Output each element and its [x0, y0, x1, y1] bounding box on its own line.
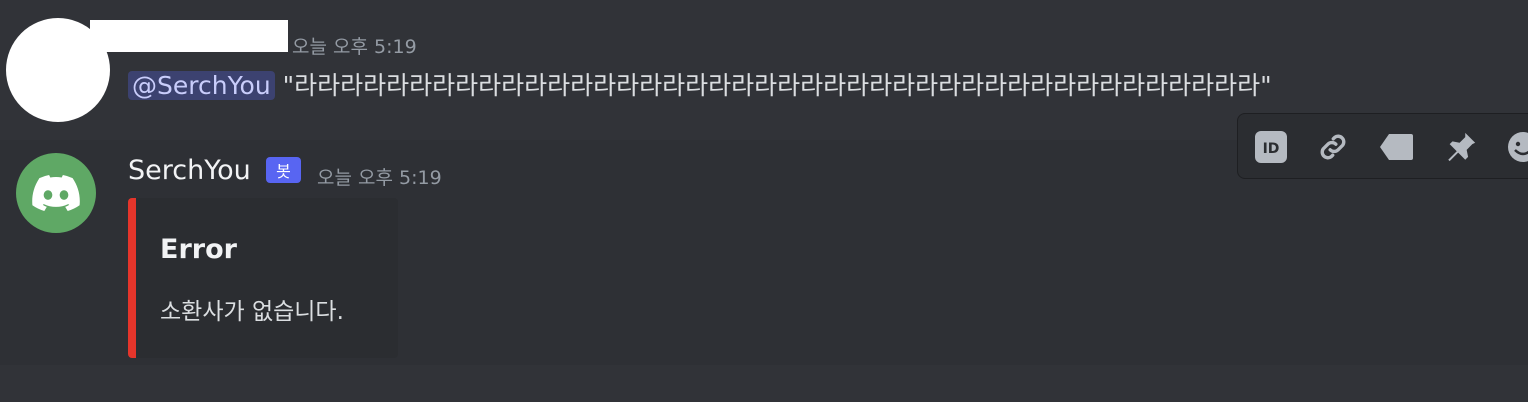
message-text: "라라라라라라라라라라라라라라라라라라라라라라라라라라라라라라라라라라라라라라라…	[282, 71, 1272, 100]
message-actions-toolbar: ID	[1237, 113, 1528, 179]
add-reaction-button[interactable]	[1504, 128, 1528, 166]
copy-id-button[interactable]: ID	[1252, 128, 1290, 166]
svg-text:ID: ID	[1263, 141, 1280, 157]
link-icon	[1320, 134, 1346, 160]
timestamp: 오늘 오후 5:19	[317, 167, 442, 189]
embed-title: Error	[160, 234, 237, 265]
username[interactable]: SerchYou	[128, 155, 251, 186]
timestamp: 오늘 오후 5:19	[292, 36, 417, 58]
embed-description: 소환사가 없습니다.	[160, 299, 344, 325]
embed: Error 소환사가 없습니다.	[128, 198, 398, 358]
copy-link-button[interactable]	[1314, 128, 1352, 166]
emoji-icon	[1508, 132, 1528, 162]
pin-button[interactable]	[1442, 128, 1480, 166]
id-icon: ID	[1255, 131, 1287, 163]
user-mention[interactable]: @SerchYou	[128, 71, 275, 100]
avatar[interactable]	[16, 153, 96, 233]
mark-unread-button[interactable]	[1378, 128, 1416, 166]
username-redacted[interactable]	[90, 20, 288, 52]
discord-logo-icon	[32, 175, 80, 211]
tag-icon	[1380, 134, 1413, 160]
pin-icon	[1448, 132, 1476, 162]
message-content: @SerchYou "라라라라라라라라라라라라라라라라라라라라라라라라라라라라라라…	[128, 66, 1272, 102]
bot-badge: 봇	[266, 157, 301, 183]
